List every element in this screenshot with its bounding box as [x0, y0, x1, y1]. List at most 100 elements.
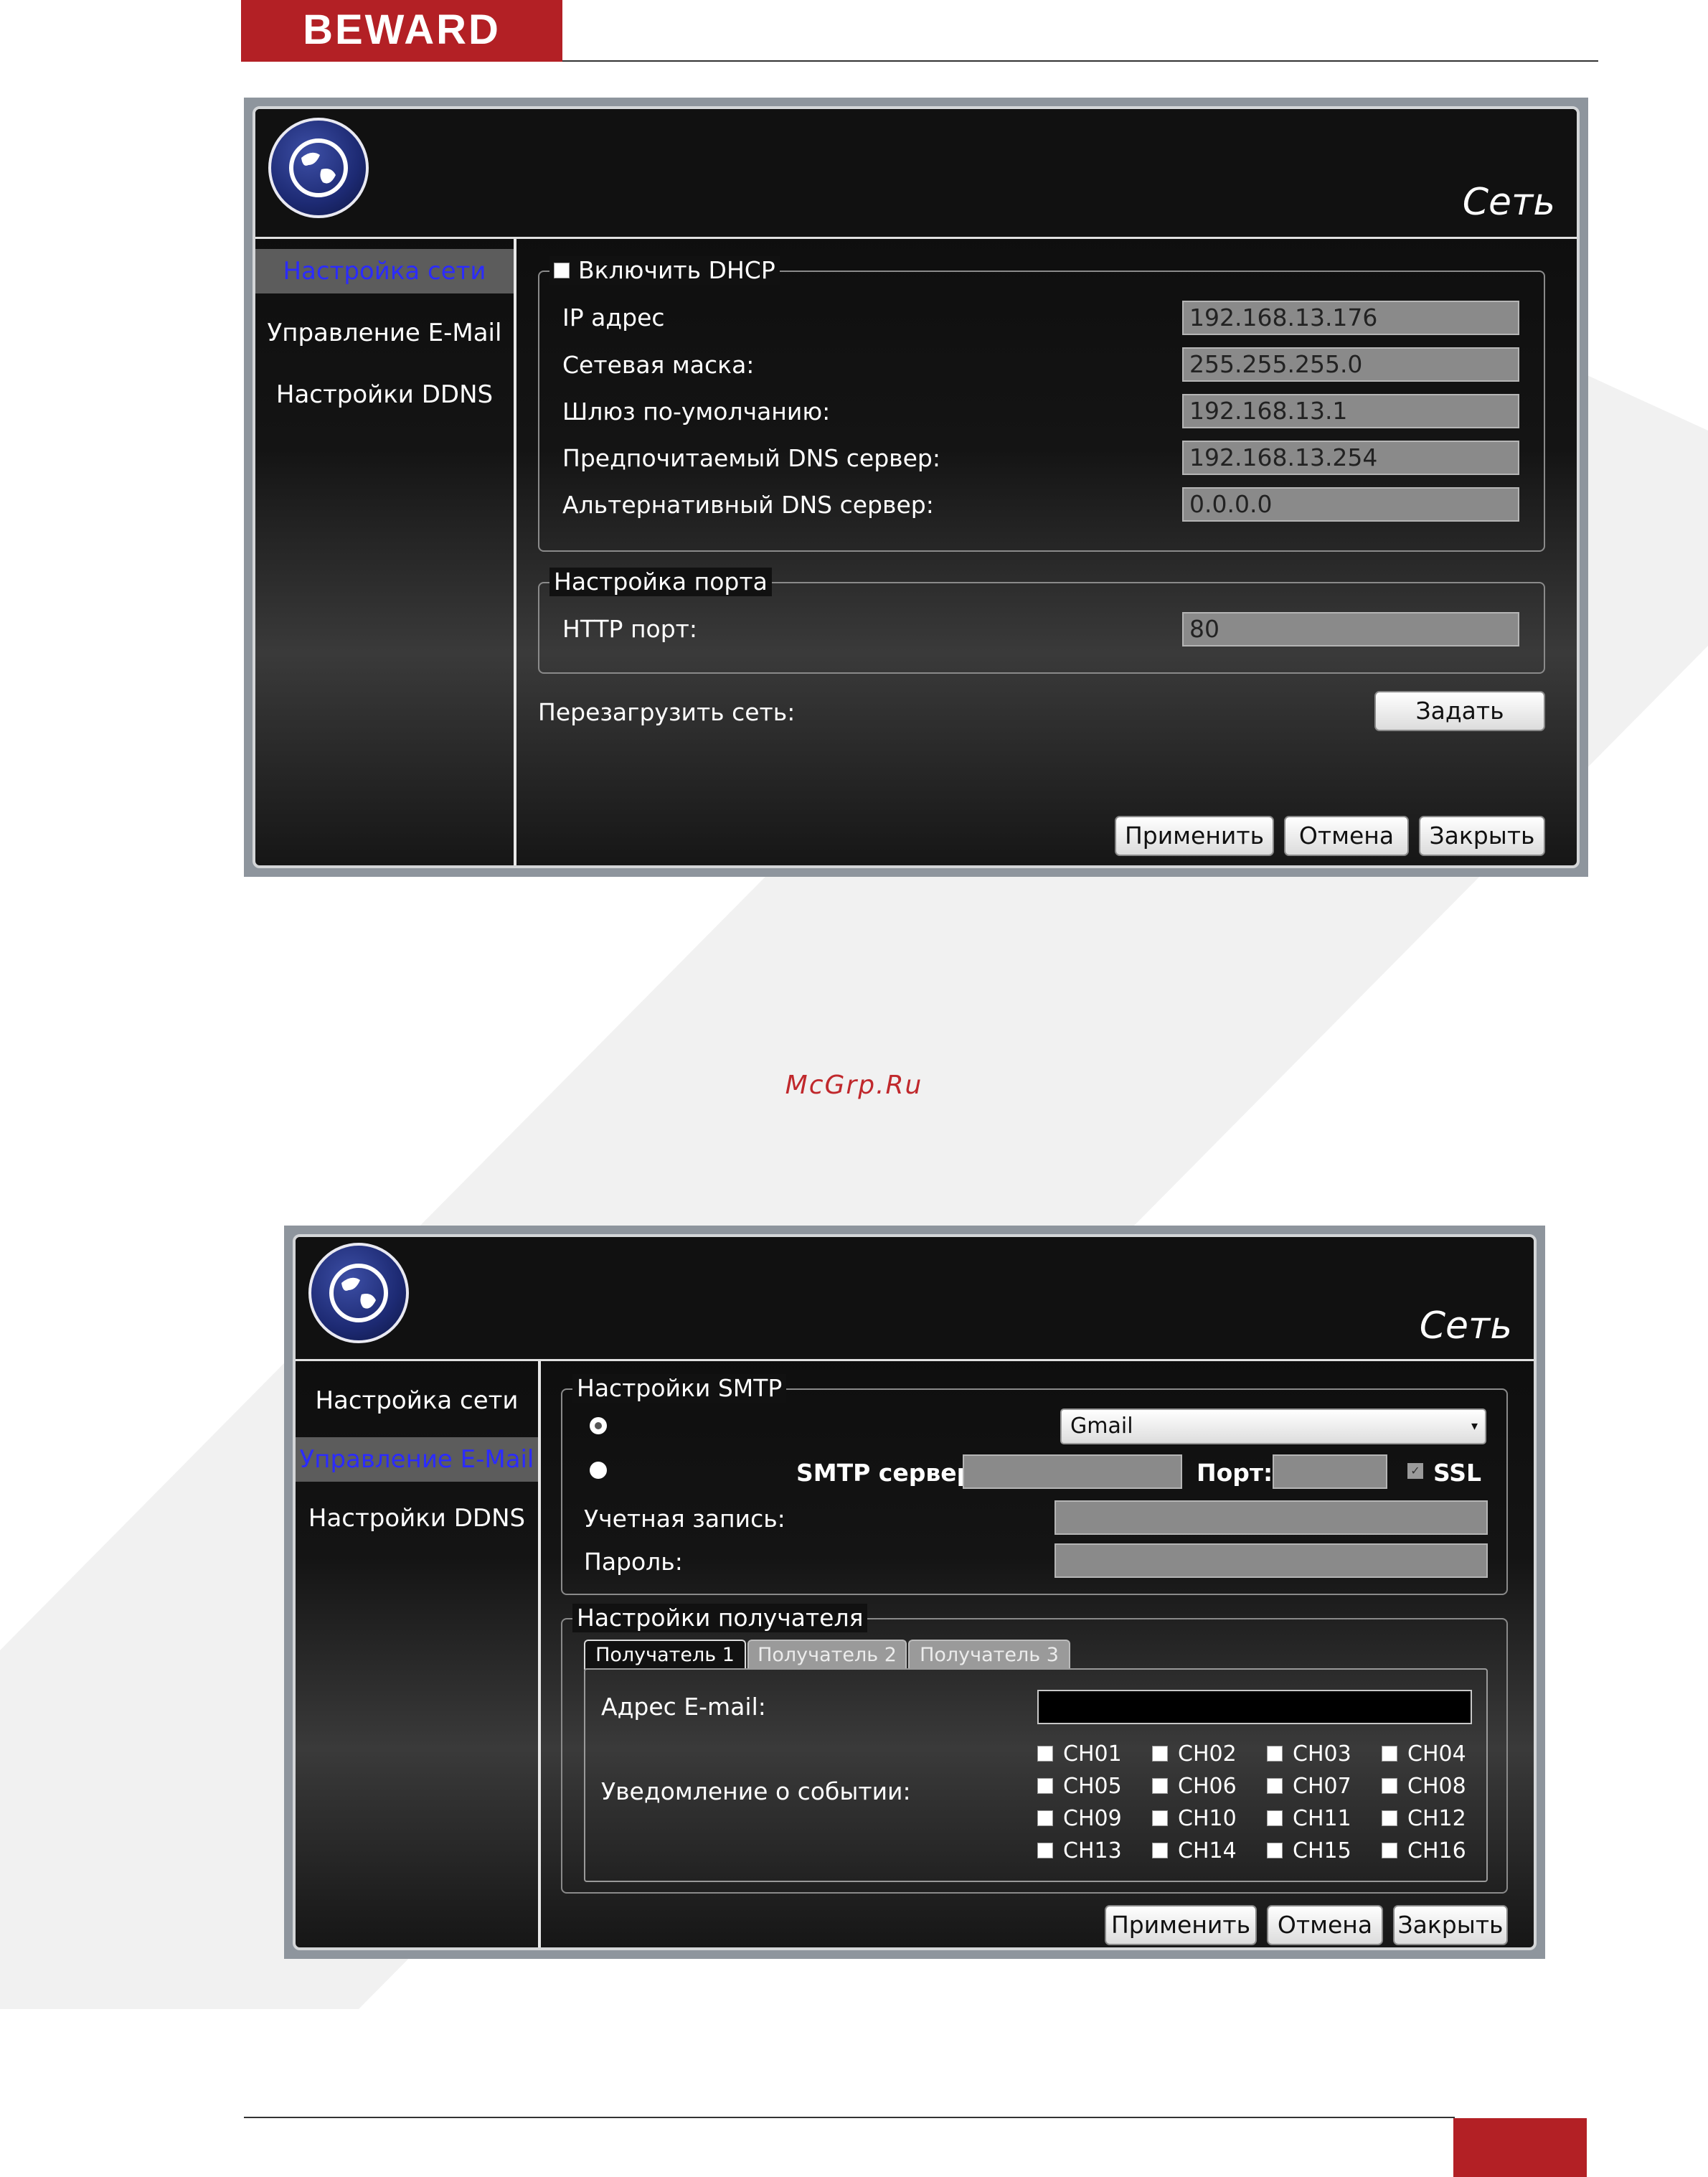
- gateway-input[interactable]: 192.168.13.1: [1182, 394, 1519, 428]
- provider-select-value: Gmail: [1070, 1414, 1133, 1439]
- channel-checkbox[interactable]: [1382, 1810, 1397, 1826]
- smtp-legend: Настройки SMTP: [572, 1374, 787, 1403]
- channel-checkbox[interactable]: [1037, 1810, 1053, 1826]
- recipient-tab-panel: Адрес E-mail: Уведомление о событии: CH0…: [584, 1668, 1488, 1882]
- gateway-label: Шлюз по-умолчанию:: [562, 398, 831, 425]
- channel-checkbox[interactable]: [1152, 1746, 1168, 1762]
- channel-checkbox[interactable]: [1267, 1843, 1283, 1858]
- dialog-body: Сеть Настройка сети Управление E-Mail На…: [293, 1234, 1537, 1950]
- dialog-header: Сеть: [296, 1237, 1534, 1361]
- sidebar-item-ddns[interactable]: Настройки DDNS: [296, 1496, 538, 1541]
- email-address-input[interactable]: [1037, 1690, 1472, 1724]
- apply-button[interactable]: Применить: [1105, 1905, 1257, 1945]
- sidebar-item-email[interactable]: Управление E-Mail: [296, 1437, 538, 1482]
- channel-label: CH11: [1293, 1806, 1351, 1831]
- netmask-label: Сетевая маска:: [562, 351, 755, 379]
- channel-label: CH06: [1178, 1774, 1237, 1799]
- dns2-label: Альтернативный DNS сервер:: [562, 491, 934, 519]
- cancel-button[interactable]: Отмена: [1284, 816, 1409, 856]
- apply-button[interactable]: Применить: [1115, 816, 1274, 856]
- dialog-title: Сеть: [1462, 181, 1555, 224]
- dialog-body: Сеть Настройка сети Управление E-Mail На…: [253, 106, 1580, 868]
- netmask-input[interactable]: 255.255.255.0: [1182, 347, 1519, 382]
- cancel-button[interactable]: Отмена: [1267, 1905, 1383, 1945]
- recipient-fieldset: Настройки получателя Получатель 1 Получа…: [561, 1604, 1508, 1894]
- provider-radio[interactable]: [590, 1417, 607, 1434]
- dns1-input[interactable]: 192.168.13.254: [1182, 441, 1519, 475]
- password-label: Пароль:: [584, 1548, 683, 1576]
- account-input[interactable]: [1054, 1500, 1488, 1535]
- port-input[interactable]: [1273, 1454, 1387, 1489]
- close-button[interactable]: Закрыть: [1393, 1905, 1508, 1945]
- recipient-legend: Настройки получателя: [572, 1604, 868, 1632]
- ip-input[interactable]: 192.168.13.176: [1182, 301, 1519, 335]
- port-legend: Настройка порта: [549, 568, 772, 596]
- channel-label: CH13: [1063, 1838, 1122, 1863]
- channel-label: CH08: [1407, 1774, 1466, 1799]
- http-port-label: HTTP порт:: [562, 615, 697, 643]
- channel-checkbox[interactable]: [1382, 1746, 1397, 1762]
- sidebar-item-ddns[interactable]: Настройки DDNS: [255, 372, 514, 417]
- tab-recipient-1[interactable]: Получатель 1: [584, 1640, 746, 1670]
- channel-checkbox[interactable]: [1152, 1778, 1168, 1794]
- channel-label: CH14: [1178, 1838, 1237, 1863]
- sidebar-item-network[interactable]: Настройка сети: [296, 1378, 538, 1423]
- smtp-server-input[interactable]: [963, 1454, 1182, 1489]
- ssl-checkbox[interactable]: ✓: [1407, 1463, 1423, 1479]
- smtp-server-label: SMTP сервер:: [796, 1459, 983, 1487]
- footer-rule: [244, 2117, 1455, 2118]
- channel-checkbox[interactable]: [1267, 1778, 1283, 1794]
- site-watermark: McGrp.Ru: [785, 1071, 923, 1100]
- port-label: Порт:: [1197, 1459, 1273, 1487]
- dns1-label: Предпочитаемый DNS сервер:: [562, 444, 940, 472]
- email-address-label: Адрес E-mail:: [601, 1693, 766, 1721]
- tab-recipient-2[interactable]: Получатель 2: [747, 1640, 907, 1670]
- provider-select[interactable]: Gmail ▾: [1060, 1409, 1486, 1444]
- content-panel: Настройки SMTP Gmail ▾ SMTP сервер: Порт…: [541, 1361, 1534, 1947]
- dhcp-label: Включить DHCP: [578, 256, 775, 284]
- channel-label: CH07: [1293, 1774, 1351, 1799]
- sidebar: Настройка сети Управление E-Mail Настрой…: [255, 239, 516, 865]
- globe-icon: [268, 118, 369, 218]
- sidebar: Настройка сети Управление E-Mail Настрой…: [296, 1361, 541, 1947]
- event-notification-label: Уведомление о событии:: [601, 1777, 911, 1805]
- channel-label: CH01: [1063, 1741, 1122, 1767]
- sidebar-item-email[interactable]: Управление E-Mail: [255, 311, 514, 355]
- channel-label: CH10: [1178, 1806, 1237, 1831]
- channel-checkbox[interactable]: [1037, 1746, 1053, 1762]
- content-panel: Включить DHCP IP адрес 192.168.13.176 Се…: [516, 239, 1577, 865]
- custom-server-radio[interactable]: [590, 1462, 607, 1479]
- dhcp-fieldset: Включить DHCP IP адрес 192.168.13.176 Се…: [538, 256, 1545, 552]
- dhcp-legend: Включить DHCP: [549, 256, 780, 285]
- password-input[interactable]: [1054, 1543, 1488, 1578]
- channel-checkbox[interactable]: [1267, 1746, 1283, 1762]
- http-port-input[interactable]: 80: [1182, 612, 1519, 646]
- dhcp-checkbox[interactable]: [554, 263, 570, 278]
- logo-text: BEWARD: [303, 6, 501, 53]
- account-label: Учетная запись:: [584, 1505, 785, 1533]
- channel-checkbox[interactable]: [1037, 1778, 1053, 1794]
- channel-checkbox[interactable]: [1037, 1843, 1053, 1858]
- channel-checkbox[interactable]: [1267, 1810, 1283, 1826]
- channel-checkbox[interactable]: [1382, 1778, 1397, 1794]
- channel-label: CH05: [1063, 1774, 1122, 1799]
- set-button[interactable]: Задать: [1374, 691, 1545, 731]
- close-button[interactable]: Закрыть: [1419, 816, 1545, 856]
- dialog-header: Сеть: [255, 109, 1577, 239]
- ip-label: IP адрес: [562, 304, 665, 332]
- channel-label: CH15: [1293, 1838, 1351, 1863]
- sidebar-item-network[interactable]: Настройка сети: [255, 249, 514, 293]
- email-settings-dialog: Сеть Настройка сети Управление E-Mail На…: [284, 1226, 1545, 1959]
- network-settings-dialog: Сеть Настройка сети Управление E-Mail На…: [244, 98, 1588, 877]
- globe-icon: [308, 1243, 409, 1343]
- channel-checkbox[interactable]: [1152, 1810, 1168, 1826]
- dns2-input[interactable]: 0.0.0.0: [1182, 487, 1519, 522]
- dialog-title: Сеть: [1419, 1304, 1512, 1348]
- restart-network-label: Перезагрузить сеть:: [538, 698, 796, 726]
- channel-checkbox[interactable]: [1382, 1843, 1397, 1858]
- channel-label: CH03: [1293, 1741, 1351, 1767]
- smtp-fieldset: Настройки SMTP Gmail ▾ SMTP сервер: Порт…: [561, 1374, 1508, 1595]
- chevron-down-icon: ▾: [1471, 1419, 1478, 1434]
- tab-recipient-3[interactable]: Получатель 3: [908, 1640, 1070, 1670]
- channel-checkbox[interactable]: [1152, 1843, 1168, 1858]
